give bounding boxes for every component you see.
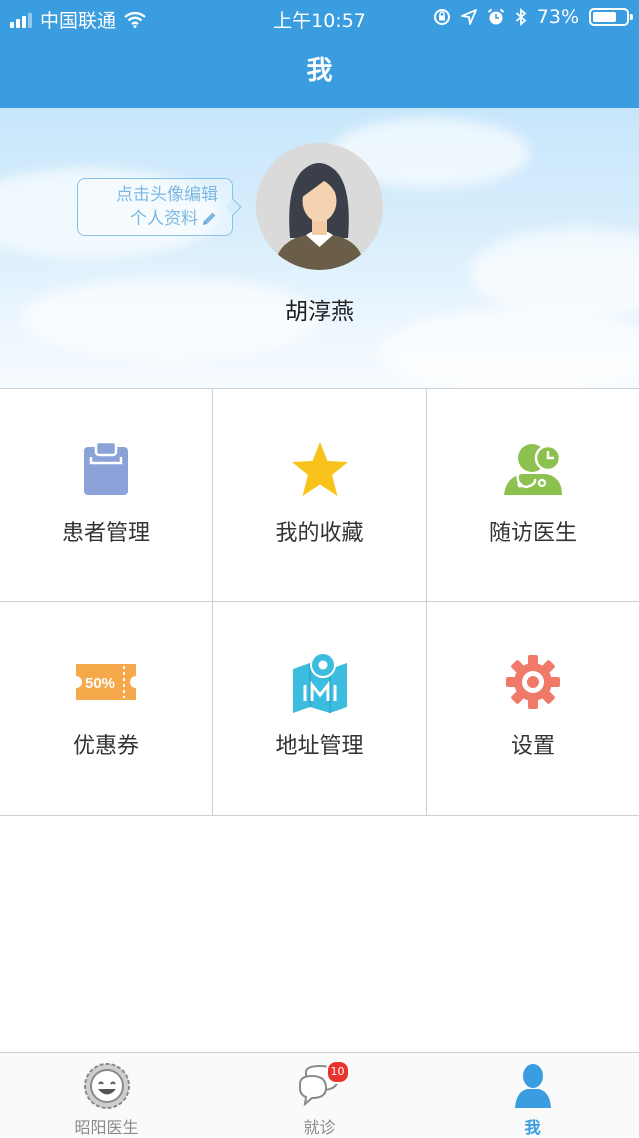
gear-icon xyxy=(506,655,560,709)
map-pin-icon xyxy=(292,652,347,713)
user-icon xyxy=(514,1064,551,1108)
logo-face-icon xyxy=(83,1063,130,1109)
rotation-lock-icon xyxy=(433,9,450,25)
doctor-stethoscope-icon xyxy=(504,444,562,495)
menu-grid: 患者管理 我的收藏 随访医生 50% 优惠券 地址管理 设置 xyxy=(0,388,639,816)
coupon-value: 50% xyxy=(85,675,115,692)
menu-coupons[interactable]: 50% 优惠券 xyxy=(0,602,213,815)
battery-percent: 73% xyxy=(536,6,579,28)
tab-home[interactable]: 昭阳医生 xyxy=(0,1053,213,1137)
menu-follow-up-doctor[interactable]: 随访医生 xyxy=(427,389,639,602)
menu-settings[interactable]: 设置 xyxy=(427,602,639,815)
tab-bar: 昭阳医生 10 就诊 我 xyxy=(0,1052,639,1137)
menu-label: 优惠券 xyxy=(72,734,139,759)
edit-hint-line1: 点击头像编辑 xyxy=(116,185,218,205)
menu-label: 设置 xyxy=(510,734,555,759)
tab-label: 昭阳医生 xyxy=(74,1118,139,1137)
avatar-woman-icon xyxy=(256,143,383,270)
avatar[interactable] xyxy=(256,143,383,270)
coupon-icon: 50% xyxy=(76,664,136,700)
tab-label: 就诊 xyxy=(303,1118,336,1137)
menu-patient-management[interactable]: 患者管理 xyxy=(0,389,213,602)
menu-favorites[interactable]: 我的收藏 xyxy=(213,389,427,602)
edit-profile-hint[interactable]: 点击头像编辑 个人资料 xyxy=(77,178,233,236)
menu-label: 地址管理 xyxy=(275,734,364,759)
bluetooth-icon xyxy=(515,8,527,26)
menu-label: 我的收藏 xyxy=(275,521,364,546)
tab-label: 我 xyxy=(524,1118,541,1137)
menu-label: 随访医生 xyxy=(488,521,577,546)
menu-address-management[interactable]: 地址管理 xyxy=(213,602,427,815)
menu-label: 患者管理 xyxy=(61,521,150,546)
star-icon xyxy=(291,442,348,496)
pencil-icon xyxy=(203,212,216,225)
clipboard-icon xyxy=(84,441,128,495)
alarm-icon xyxy=(487,8,504,25)
status-bar: 中国联通 上午10:57 73% xyxy=(0,0,639,36)
edit-hint-line2: 个人资料 xyxy=(130,209,198,229)
tab-visits[interactable]: 10 就诊 xyxy=(213,1053,426,1137)
page-title: 我 xyxy=(306,56,333,86)
tab-me[interactable]: 我 xyxy=(426,1053,639,1137)
notification-badge: 10 xyxy=(325,1060,350,1084)
user-name: 胡淳燕 xyxy=(285,299,354,325)
location-icon xyxy=(460,9,477,25)
battery-icon xyxy=(589,8,633,26)
top-bar: 中国联通 上午10:57 73% 我 xyxy=(0,0,639,108)
